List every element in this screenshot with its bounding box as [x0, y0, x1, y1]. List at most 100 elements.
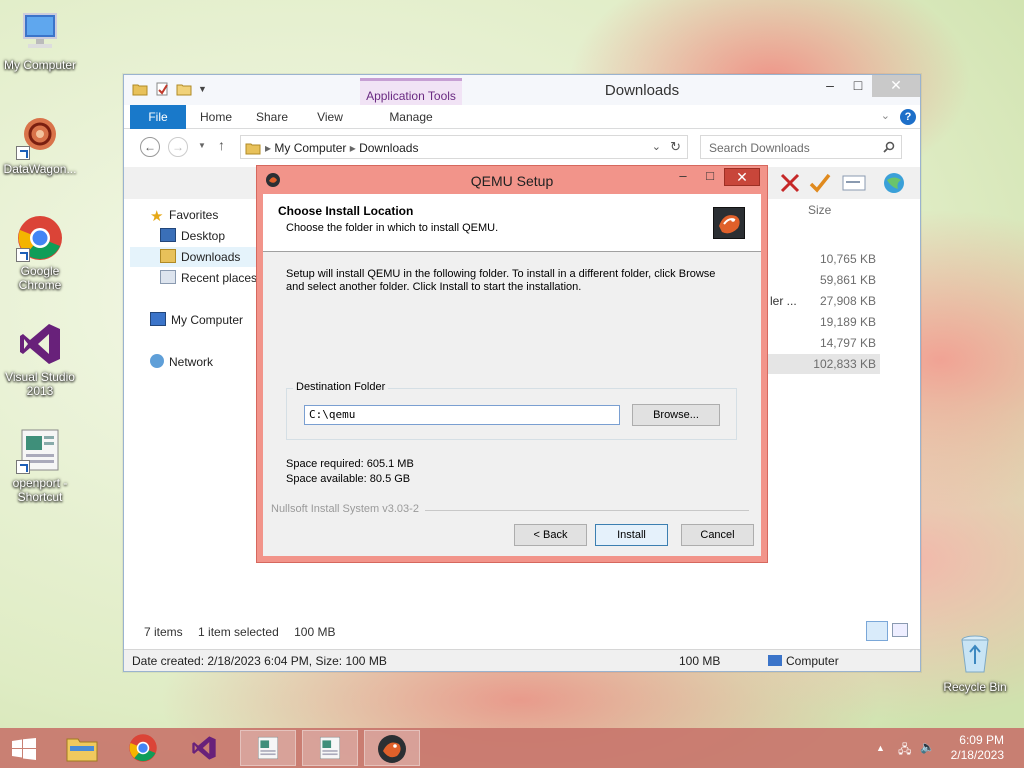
delete-icon[interactable] [778, 171, 802, 195]
install-button[interactable]: Install [595, 524, 668, 546]
volume-icon[interactable]: 🔈 [920, 740, 935, 754]
visual-studio-icon [16, 320, 64, 368]
desktop-icon-label: Recycle Bin [943, 680, 1007, 694]
start-button[interactable] [0, 730, 48, 766]
star-icon: ★ [150, 208, 164, 225]
nav-downloads-label: Downloads [181, 250, 241, 264]
desktop-icon-chrome[interactable]: Google Chrome [0, 214, 80, 292]
taskbar-file-explorer[interactable] [54, 730, 110, 766]
tab-view[interactable]: View [308, 105, 352, 129]
destination-folder-legend: Destination Folder [293, 381, 389, 393]
nav-desktop-label: Desktop [181, 229, 226, 243]
rename-icon[interactable] [842, 173, 866, 193]
selection-size: 100 MB [294, 625, 336, 639]
nav-my-computer[interactable]: My Computer [150, 310, 243, 330]
status-bar: 7 items 1 item selected 100 MB [144, 625, 347, 639]
refresh-icon[interactable]: ↻ [670, 139, 681, 155]
nav-network[interactable]: Network [150, 352, 213, 372]
large-icons-view-icon[interactable] [892, 623, 908, 637]
taskbar-chrome[interactable] [116, 730, 172, 766]
desktop-icon-label: openport - Shortcut [12, 476, 68, 504]
desktop-icon-openport[interactable]: openport - Shortcut [0, 426, 80, 504]
dialog-close-button[interactable]: ✕ [724, 168, 760, 186]
tab-manage[interactable]: Manage [384, 105, 438, 129]
nav-computer-label: My Computer [171, 313, 244, 327]
checkmark-icon[interactable] [808, 171, 832, 195]
taskbar-openport-1[interactable] [240, 730, 296, 766]
search-icon[interactable] [883, 141, 895, 153]
computer-icon [768, 655, 782, 666]
globe-icon[interactable] [882, 171, 906, 195]
nav-network-label: Network [169, 355, 214, 369]
recycle-bin-icon [951, 630, 999, 678]
destination-folder-input[interactable]: C:\qemu [304, 405, 620, 425]
nav-desktop[interactable]: Desktop [160, 226, 225, 246]
nav-downloads[interactable]: Downloads [130, 247, 258, 267]
show-hidden-icons[interactable]: ▲ [876, 743, 885, 753]
taskbar-qemu-setup[interactable] [364, 730, 420, 766]
cancel-button[interactable]: Cancel [681, 524, 754, 546]
search-placeholder: Search Downloads [709, 141, 810, 155]
nsis-branding: Nullsoft Install System v3.03-2 [271, 503, 419, 515]
dialog-body: Choose Install Location Choose the folde… [263, 194, 761, 556]
details-view-icon[interactable] [866, 621, 888, 641]
chrome-icon [129, 734, 157, 762]
maximize-button[interactable]: □ [844, 75, 872, 97]
address-dropdown-icon[interactable]: ⌄ [652, 140, 661, 153]
desktop-icon-recycle-bin[interactable]: Recycle Bin [935, 630, 1015, 694]
recent-locations-icon[interactable]: ▼ [198, 141, 206, 150]
up-arrow-icon[interactable]: ↑ [218, 137, 225, 153]
tab-file[interactable]: File [130, 105, 186, 129]
tab-home[interactable]: Home [194, 105, 238, 129]
space-available: Space available: 80.5 GB [286, 473, 411, 485]
qemu-setup-dialog[interactable]: QEMU Setup – □ ✕ Choose Install Location… [256, 165, 768, 563]
nav-favorites[interactable]: ★ Favorites [150, 205, 218, 225]
header-subtitle: Choose the folder in which to install QE… [286, 222, 499, 234]
openport-icon [16, 426, 64, 474]
clock-time: 6:09 PM [959, 733, 1004, 747]
taskbar-openport-2[interactable] [302, 730, 358, 766]
minimize-button[interactable]: – [816, 75, 844, 97]
visual-studio-icon [192, 736, 216, 760]
dialog-title-bar[interactable]: QEMU Setup – □ ✕ [257, 166, 767, 194]
nav-recent-places[interactable]: Recent places [160, 268, 257, 288]
network-tray-icon[interactable]: 🖧 [898, 740, 911, 761]
tab-share[interactable]: Share [250, 105, 294, 129]
item-count: 7 items [144, 625, 183, 639]
network-icon [150, 354, 164, 368]
desktop-icon [160, 228, 176, 242]
partial-file-name: ler ... [770, 294, 797, 308]
desktop-icon-label: My Computer [3, 58, 77, 72]
forward-arrow-icon[interactable]: → [168, 137, 188, 157]
system-clock[interactable]: 6:09 PM 2/18/2023 [951, 733, 1004, 763]
dialog-header: Choose Install Location Choose the folde… [263, 194, 761, 252]
taskbar-visual-studio[interactable] [178, 730, 234, 766]
chrome-icon [16, 214, 64, 262]
desktop-icon-label: DataWagon... [3, 162, 77, 176]
shortcut-arrow-icon [16, 146, 30, 160]
folder-icon [245, 143, 261, 155]
downloads-folder-icon [160, 249, 176, 263]
ribbon-expand-icon[interactable]: ⌄ [881, 109, 890, 122]
close-button[interactable]: ✕ [872, 75, 920, 97]
search-box[interactable]: Search Downloads [700, 135, 902, 159]
explorer-title-bar[interactable]: ▼ Application Tools Downloads – □ ✕ [124, 75, 920, 127]
dialog-maximize-button[interactable]: □ [697, 168, 723, 186]
desktop-icon-my-computer[interactable]: My Computer [0, 8, 80, 72]
windows-logo-icon [12, 738, 36, 760]
file-explorer-icon [66, 738, 98, 762]
desktop-icon-visual-studio[interactable]: Visual Studio 2013 [0, 320, 80, 398]
space-required: Space required: 605.1 MB [286, 458, 414, 470]
breadcrumb-my-computer[interactable]: My Computer [274, 141, 346, 155]
back-button[interactable]: < Back [514, 524, 587, 546]
desktop-icon-datawagon[interactable]: DataWagon... [0, 112, 80, 176]
breadcrumb-downloads[interactable]: Downloads [359, 141, 418, 155]
browse-button[interactable]: Browse... [632, 404, 720, 426]
help-icon[interactable]: ? [900, 109, 916, 125]
back-arrow-icon[interactable]: ← [140, 137, 160, 157]
size-column-header[interactable]: Size [808, 203, 878, 217]
address-bar[interactable]: ▸ My Computer ▸ Downloads ⌄ ↻ [240, 135, 688, 159]
file-size: 10,765 KB [819, 252, 876, 266]
dialog-minimize-button[interactable]: – [670, 168, 696, 186]
breadcrumb: ▸ My Computer ▸ Downloads [265, 141, 419, 155]
